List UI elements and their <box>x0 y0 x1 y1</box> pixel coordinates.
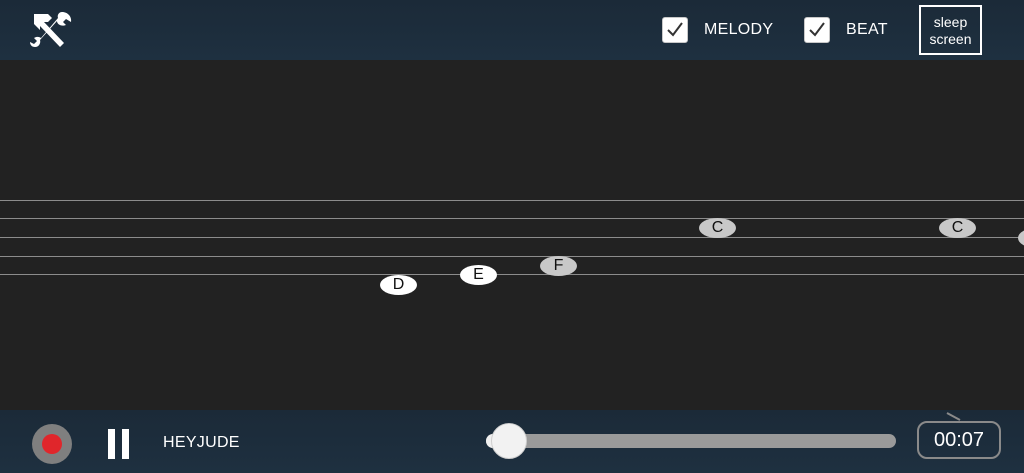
tools-icon[interactable] <box>28 10 74 50</box>
pause-icon <box>108 429 115 459</box>
top-bar: MELODY BEAT sleep screen <box>0 0 1024 60</box>
song-title: HEYJUDE <box>163 434 240 451</box>
progress-slider[interactable] <box>486 434 896 448</box>
melody-checkbox[interactable] <box>662 17 688 43</box>
note-e: E <box>460 265 497 285</box>
melody-toggle[interactable]: MELODY <box>662 15 773 45</box>
sleep-screen-button[interactable]: sleep screen <box>919 5 982 55</box>
beat-checkbox[interactable] <box>804 17 830 43</box>
note-c: C <box>939 218 976 238</box>
checkmark-icon <box>667 22 683 37</box>
pause-icon <box>122 429 129 459</box>
beat-toggle[interactable]: BEAT <box>804 15 888 45</box>
record-button[interactable] <box>32 424 72 464</box>
note-staff: D E F C C <box>0 60 1024 410</box>
staff-line <box>0 218 1024 219</box>
progress-thumb[interactable] <box>491 423 527 459</box>
note-c: C <box>699 218 736 238</box>
elapsed-time: 00:07 <box>917 421 1001 459</box>
bottom-bar: HEYJUDE 00:07 <box>0 410 1024 473</box>
sleep-button-line2: screen <box>929 31 972 47</box>
note-offscreen <box>1018 228 1024 248</box>
melody-label: MELODY <box>704 21 774 38</box>
staff-line <box>0 274 1024 275</box>
karaoke-app: MELODY BEAT sleep screen D E F C C HEYJU… <box>0 0 1024 473</box>
note-f: F <box>540 256 577 276</box>
staff-line <box>0 256 1024 257</box>
record-icon <box>42 434 62 454</box>
beat-label: BEAT <box>846 21 888 38</box>
staff-line <box>0 237 1024 238</box>
sleep-button-line1: sleep <box>933 14 968 30</box>
staff-line <box>0 200 1024 201</box>
checkmark-icon <box>809 22 825 37</box>
note-d: D <box>380 275 417 295</box>
pause-button[interactable] <box>108 429 130 459</box>
